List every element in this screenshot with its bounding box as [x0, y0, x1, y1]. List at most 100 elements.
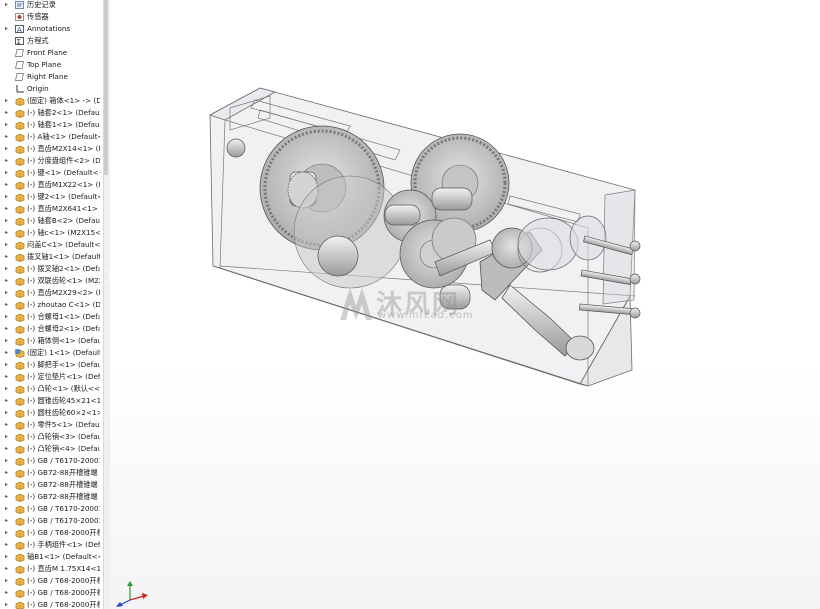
tree-item[interactable]: ▸ (-) GB / T6170-20001	[0, 503, 100, 515]
tree-item[interactable]: ▸ (-) 凸轮销<4> (Defaul	[0, 443, 100, 455]
expand-arrow-icon[interactable]: ▸	[5, 479, 11, 491]
tree-item[interactable]: Origin	[0, 83, 100, 95]
tree-item[interactable]: ▸ (-) 凸轮<1> (默认<<默	[0, 383, 100, 395]
tree-item[interactable]: ▸ (-) 脚把手<1> (Default	[0, 359, 100, 371]
expand-arrow-icon[interactable]: ▸	[5, 431, 11, 443]
tree-item[interactable]: ▸ (固定) 箱体<1> -> (De	[0, 95, 100, 107]
expand-arrow-icon[interactable]: ▸	[5, 527, 11, 539]
tree-item[interactable]: ▸ (-) 直齿M2X641<1> (M	[0, 203, 100, 215]
tree-item[interactable]: ▸ (-) GB72-88开槽锥端	[0, 479, 100, 491]
tree-item[interactable]: Front Plane	[0, 47, 100, 59]
expand-arrow-icon[interactable]: ▸	[5, 179, 11, 191]
tree-item[interactable]: ▸ (-) 合螺母1<1> (Defau	[0, 311, 100, 323]
expand-arrow-icon[interactable]: ▸	[5, 491, 11, 503]
tree-item[interactable]: ▸ (-) 零件5<1> (Default-	[0, 419, 100, 431]
tree-item[interactable]: ▸ (-) 箱体侧<1> (Default	[0, 335, 100, 347]
expand-arrow-icon[interactable]: ▸	[5, 299, 11, 311]
tree-item[interactable]: ▸ (-) 键<1> (Default<<D	[0, 167, 100, 179]
tree-item[interactable]: ▸ (-) 键2<1> (Default<<	[0, 191, 100, 203]
expand-arrow-icon[interactable]: ▸	[5, 371, 11, 383]
tree-item[interactable]: ▸ (-) 轴套1<1> (Default-	[0, 119, 100, 131]
expand-arrow-icon[interactable]: ▸	[5, 251, 11, 263]
tree-item[interactable]: ▸ (-) GB / T6170-20001	[0, 455, 100, 467]
expand-arrow-icon[interactable]: ▸	[5, 383, 11, 395]
expand-arrow-icon[interactable]: ▸	[5, 227, 11, 239]
tree-item[interactable]: Top Plane	[0, 59, 100, 71]
tree-item[interactable]: Right Plane	[0, 71, 100, 83]
tree-item[interactable]: Σ 方程式	[0, 35, 100, 47]
tree-item[interactable]: ▸ (-) 双联齿轮<1> (M2X	[0, 275, 100, 287]
graphics-viewport[interactable]	[110, 0, 820, 609]
expand-arrow-icon[interactable]: ▸	[5, 551, 11, 563]
tree-item[interactable]: ▸ (-) GB / T68-2000开槽	[0, 599, 100, 609]
tree-item[interactable]: ▸ (-) 圆锥齿轮45×21<1>	[0, 395, 100, 407]
expand-arrow-icon[interactable]: ▸	[5, 239, 11, 251]
expand-arrow-icon[interactable]: ▸	[5, 287, 11, 299]
expand-arrow-icon[interactable]: ▸	[5, 323, 11, 335]
expand-arrow-icon[interactable]: ▸	[5, 215, 11, 227]
tree-item[interactable]: ▸ (-) 直齿M1X22<1> (M	[0, 179, 100, 191]
expand-arrow-icon[interactable]: ▸	[5, 359, 11, 371]
tree-item[interactable]: ▸ (-) GB / T68-2000开槽	[0, 527, 100, 539]
assembly-model[interactable]	[110, 0, 820, 609]
tree-item[interactable]: ▸ 轴B1<1> (Default<<D	[0, 551, 100, 563]
expand-arrow-icon[interactable]: ▸	[5, 419, 11, 431]
expand-arrow-icon[interactable]: ▸	[5, 467, 11, 479]
expand-arrow-icon[interactable]: ▸	[5, 0, 11, 11]
expand-arrow-icon[interactable]: ▸	[5, 395, 11, 407]
tree-item[interactable]: ▸ (-) GB72-88开槽锥端	[0, 491, 100, 503]
tree-item[interactable]: ▸ (-) GB72-88开槽锥端	[0, 467, 100, 479]
expand-arrow-icon[interactable]: ▸	[5, 539, 11, 551]
tree-item[interactable]: ▸ (-) 分度盘组件<2> (De	[0, 155, 100, 167]
expand-arrow-icon[interactable]: ▸	[5, 23, 11, 35]
tree-item[interactable]: ▸ (-) 轴c<1> (M2X15<<	[0, 227, 100, 239]
tree-item[interactable]: ▸ (固定) 1<1> (Default<	[0, 347, 100, 359]
expand-arrow-icon[interactable]: ▸	[5, 515, 11, 527]
tree-item[interactable]: ▸ (-) 凸轮销<3> (Defaul	[0, 431, 100, 443]
expand-arrow-icon[interactable]: ▸	[5, 275, 11, 287]
tree-item[interactable]: ▸ (-) 直齿M2X29<2> (M	[0, 287, 100, 299]
tree-item[interactable]: ▸ 闷盖C<1> (Default<<D	[0, 239, 100, 251]
tree-item[interactable]: ▸ (-) A轴<1> (Default<<	[0, 131, 100, 143]
expand-arrow-icon[interactable]: ▸	[5, 203, 11, 215]
tree-item[interactable]: ▸ (-) GB / T68-2000开槽	[0, 575, 100, 587]
expand-arrow-icon[interactable]: ▸	[5, 107, 11, 119]
expand-arrow-icon[interactable]: ▸	[5, 455, 11, 467]
tree-item[interactable]: ▸ (-) zhoutao C<1> (Def	[0, 299, 100, 311]
expand-arrow-icon[interactable]: ▸	[5, 407, 11, 419]
tree-item[interactable]: ▸ 拨叉轴1<1> (Default<	[0, 251, 100, 263]
tree-item[interactable]: ▸ (-) 直齿M2X14<1> (M	[0, 143, 100, 155]
tree-item[interactable]: ▸ 历史记录	[0, 0, 100, 11]
tree-item[interactable]: ▸ (-) GB / T68-2000开槽	[0, 587, 100, 599]
tree-item[interactable]: ▸ (-) 定位垫片<1> (Defau	[0, 371, 100, 383]
tree-item[interactable]: ▸ (-) 合螺母2<1> (Defau	[0, 323, 100, 335]
expand-arrow-icon[interactable]: ▸	[5, 119, 11, 131]
expand-arrow-icon[interactable]: ▸	[5, 311, 11, 323]
expand-arrow-icon[interactable]: ▸	[5, 191, 11, 203]
tree-item[interactable]: ▸ (-) 直齿M 1.75X14<1>	[0, 563, 100, 575]
expand-arrow-icon[interactable]: ▸	[5, 167, 11, 179]
tree-item[interactable]: ▸ (-) 轴套B<2> (Default-	[0, 215, 100, 227]
expand-arrow-icon[interactable]: ▸	[5, 443, 11, 455]
scrollbar-thumb[interactable]	[104, 0, 108, 175]
expand-arrow-icon[interactable]: ▸	[5, 263, 11, 275]
expand-arrow-icon[interactable]: ▸	[5, 131, 11, 143]
expand-arrow-icon[interactable]: ▸	[5, 587, 11, 599]
tree-item[interactable]: ▸ (-) 轴套2<1> (Default	[0, 107, 100, 119]
part-icon	[15, 325, 25, 334]
expand-arrow-icon[interactable]: ▸	[5, 95, 11, 107]
tree-item[interactable]: 传感器	[0, 11, 100, 23]
expand-arrow-icon[interactable]: ▸	[5, 347, 11, 359]
expand-arrow-icon[interactable]: ▸	[5, 335, 11, 347]
tree-item[interactable]: ▸ (-) 圆柱齿轮60×2<1> (	[0, 407, 100, 419]
expand-arrow-icon[interactable]: ▸	[5, 575, 11, 587]
tree-item[interactable]: ▸ (-) 拨叉轴2<1> (Defau	[0, 263, 100, 275]
expand-arrow-icon[interactable]: ▸	[5, 599, 11, 609]
tree-item[interactable]: ▸ A Annotations	[0, 23, 100, 35]
expand-arrow-icon[interactable]: ▸	[5, 155, 11, 167]
expand-arrow-icon[interactable]: ▸	[5, 143, 11, 155]
expand-arrow-icon[interactable]: ▸	[5, 503, 11, 515]
tree-item[interactable]: ▸ (-) GB / T6170-20001	[0, 515, 100, 527]
expand-arrow-icon[interactable]: ▸	[5, 563, 11, 575]
tree-item[interactable]: ▸ (-) 手柄组件<1> (Defau	[0, 539, 100, 551]
